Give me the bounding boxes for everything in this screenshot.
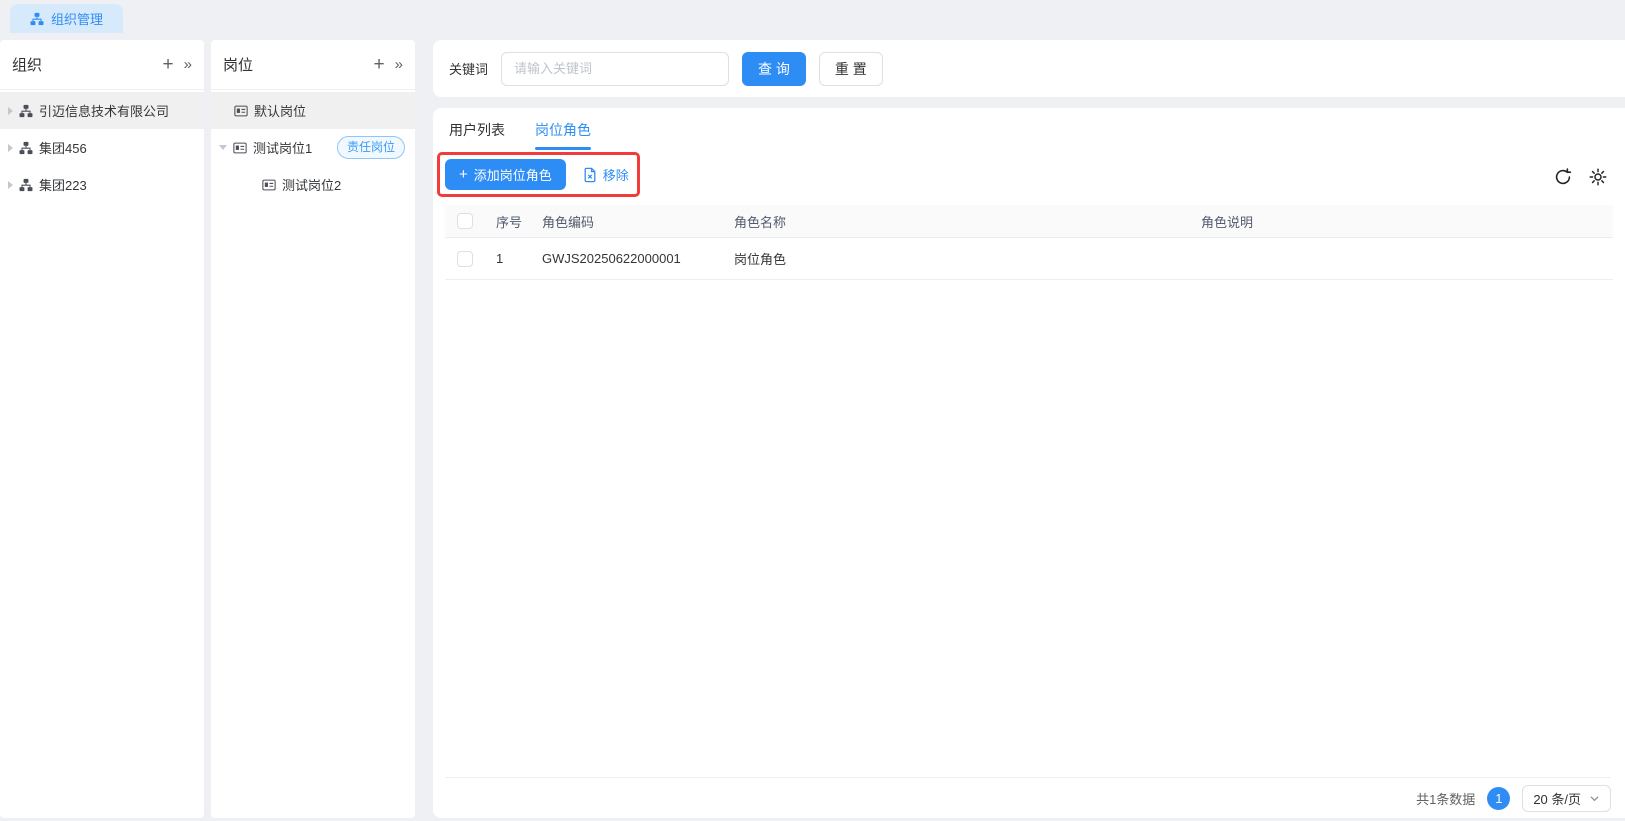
position-panel: 岗位 + » 默认岗位 测试岗位1 责任岗位 测试岗位2	[211, 40, 415, 818]
caret-right-icon[interactable]	[8, 180, 13, 189]
tab-position-role[interactable]: 岗位角色	[535, 108, 591, 152]
cell-role-code: GWJS20250622000001	[542, 251, 681, 266]
collapse-panel-icon[interactable]: »	[395, 56, 403, 73]
select-all-checkbox[interactable]	[457, 213, 473, 229]
org-node-icon	[19, 178, 33, 192]
position-panel-title: 岗位	[223, 57, 254, 74]
keyword-input[interactable]	[501, 51, 730, 86]
reset-button[interactable]: 重 置	[818, 51, 883, 86]
org-tree-item-group223[interactable]: 集团223	[0, 166, 204, 203]
page-number-button[interactable]: 1	[1487, 786, 1511, 810]
organization-panel-title: 组织	[12, 57, 43, 74]
total-count-label: 共1条数据	[1416, 791, 1476, 807]
org-tree-item-label: 引迈信息技术有限公司	[39, 104, 170, 119]
position-tree-item-test2[interactable]: 测试岗位2	[211, 166, 415, 203]
chevron-down-icon	[1589, 793, 1600, 804]
refresh-icon[interactable]	[1554, 168, 1572, 186]
plus-icon: +	[459, 166, 468, 183]
org-tree-item-company[interactable]: 引迈信息技术有限公司	[0, 92, 204, 129]
window-tab-label: 组织管理	[51, 12, 104, 27]
pagination-bar: 共1条数据 1 20 条/页	[445, 777, 1611, 818]
header-role-name: 角色名称	[734, 214, 787, 230]
responsible-position-badge: 责任岗位	[336, 136, 405, 159]
org-tree-item-group456[interactable]: 集团456	[0, 129, 204, 166]
header-index: 序号	[496, 214, 523, 230]
content-tabs: 用户列表 岗位角色	[433, 108, 1625, 152]
table-header-row: 序号 角色编码 角色名称 角色说明	[445, 205, 1613, 238]
position-tree-item-label: 测试岗位2	[282, 178, 342, 193]
organization-tree: 引迈信息技术有限公司 集团456 集团223	[0, 90, 204, 203]
add-organization-icon[interactable]: +	[163, 55, 174, 74]
tab-user-list[interactable]: 用户列表	[449, 108, 505, 152]
position-tree-item-label: 测试岗位1	[253, 141, 313, 156]
org-tree-item-label: 集团223	[39, 178, 87, 193]
content-card: 用户列表 岗位角色 + 添加岗位角色 移除 序号 角色编码 角色名称 角色说明 …	[433, 108, 1625, 818]
table-row[interactable]: 1 GWJS20250622000001 岗位角色	[445, 238, 1613, 280]
position-tree-item-test1[interactable]: 测试岗位1 责任岗位	[211, 129, 415, 166]
search-bar: 关键词 查 询 重 置	[433, 40, 1625, 97]
window-tab-org-management[interactable]: 组织管理	[10, 4, 124, 33]
query-button[interactable]: 查 询	[742, 51, 806, 86]
add-position-icon[interactable]: +	[374, 55, 385, 74]
position-tree-item-default[interactable]: 默认岗位	[211, 92, 415, 129]
page-size-select[interactable]: 20 条/页	[1522, 784, 1611, 812]
position-tree-item-label: 默认岗位	[254, 104, 307, 119]
organization-panel-header: 组织 + »	[0, 40, 204, 90]
remove-button[interactable]: 移除	[582, 165, 629, 184]
caret-right-icon[interactable]	[8, 106, 13, 115]
keyword-label: 关键词	[449, 62, 489, 77]
org-chart-icon	[30, 12, 44, 26]
position-panel-header: 岗位 + »	[211, 40, 415, 90]
position-tree: 默认岗位 测试岗位1 责任岗位 测试岗位2	[211, 90, 415, 203]
org-node-icon	[19, 141, 33, 155]
caret-down-icon[interactable]	[219, 145, 227, 150]
role-table: 序号 角色编码 角色名称 角色说明 1 GWJS20250622000001 岗…	[445, 205, 1613, 280]
caret-right-icon[interactable]	[8, 143, 13, 152]
header-role-code: 角色编码	[542, 214, 595, 230]
header-role-description: 角色说明	[1201, 214, 1254, 230]
remove-document-icon	[582, 167, 598, 183]
add-position-role-button[interactable]: + 添加岗位角色	[445, 159, 566, 190]
row-checkbox[interactable]	[457, 250, 473, 267]
settings-gear-icon[interactable]	[1589, 168, 1607, 186]
organization-panel: 组织 + » 引迈信息技术有限公司 集团456 集团223	[0, 40, 204, 818]
toolbar: + 添加岗位角色 移除	[433, 152, 1625, 205]
org-node-icon	[19, 104, 33, 118]
position-card-icon	[234, 104, 248, 118]
cell-role-name: 岗位角色	[734, 252, 787, 267]
org-tree-item-label: 集团456	[39, 141, 87, 156]
position-card-icon	[233, 141, 247, 155]
position-card-icon	[262, 178, 276, 192]
collapse-panel-icon[interactable]: »	[184, 56, 192, 73]
cell-index: 1	[496, 251, 504, 266]
